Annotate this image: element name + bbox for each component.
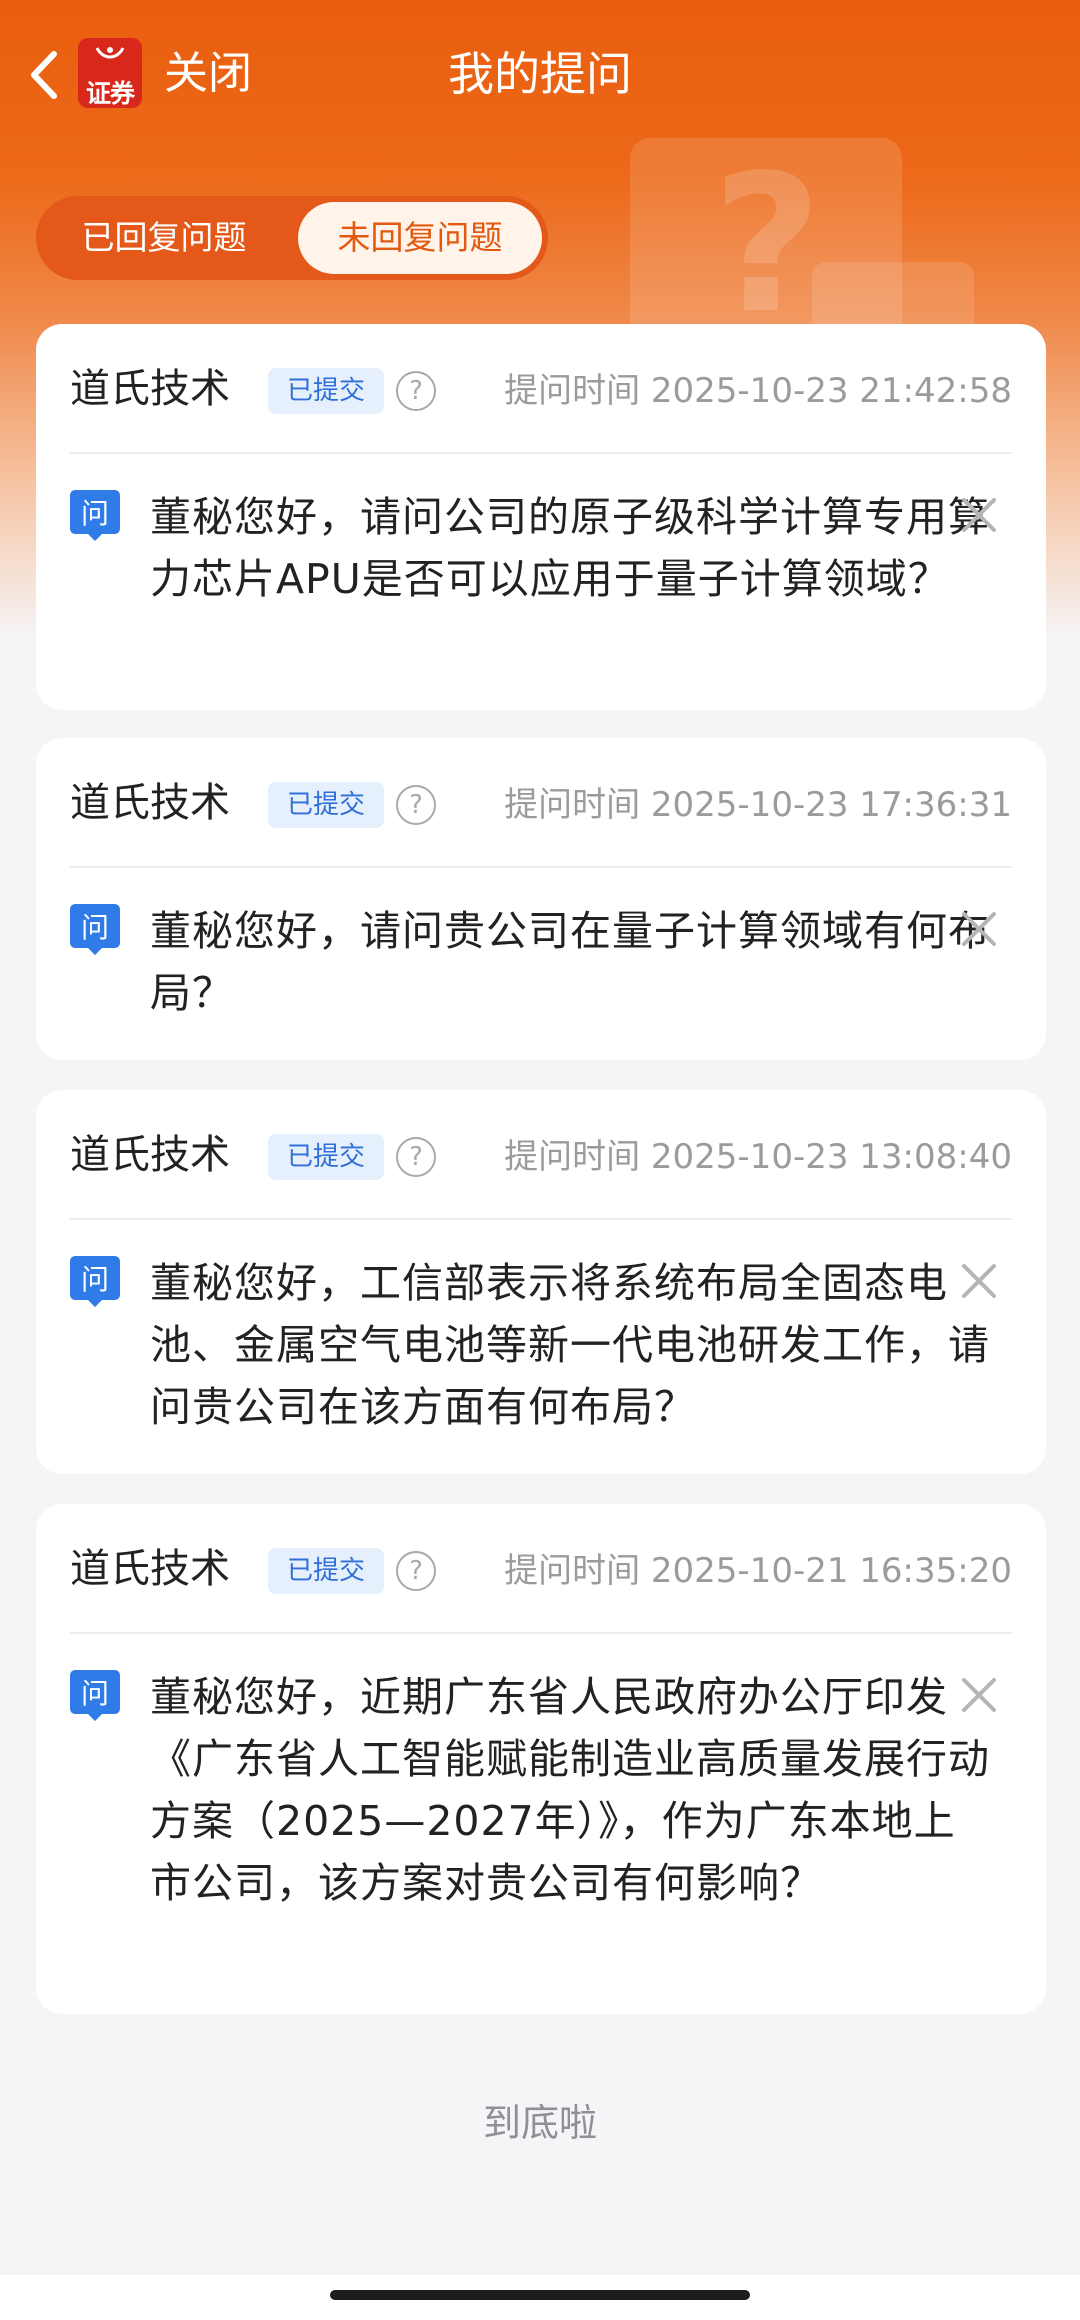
close-icon[interactable]	[958, 1260, 1000, 1302]
card-header: 道氏技术 已提交 ? 提问时间 2025-10-23 13:08:40	[36, 1090, 1046, 1218]
question-time: 提问时间 2025-10-23 13:08:40	[504, 1130, 1012, 1184]
question-text: 董秘您好，请问公司的原子级科学计算专用算力芯片APU是否可以应用于量子计算领域？	[150, 493, 990, 603]
divider	[70, 1218, 1012, 1220]
question-card: 道氏技术 已提交 ? 提问时间 2025-10-21 16:35:20 问 董秘…	[36, 1504, 1046, 2014]
question-icon-char: 问	[81, 911, 109, 944]
time-prefix: 提问时间	[504, 371, 641, 411]
close-icon[interactable]	[958, 908, 1000, 950]
company-name: 道氏技术	[70, 1546, 230, 1592]
top-nav-bar: 证券 关闭 我的提问	[0, 0, 1080, 150]
close-icon[interactable]	[958, 1674, 1000, 1716]
status-badge: 已提交	[268, 368, 384, 414]
page-title: 我的提问	[448, 47, 632, 101]
question-icon: 问	[70, 1670, 120, 1721]
home-indicator[interactable]	[330, 2290, 750, 2300]
end-of-list-text: 到底啦	[482, 2101, 597, 2145]
question-filter-tabs: 已回复问题 未回复问题	[36, 196, 548, 280]
time-prefix: 提问时间	[504, 785, 641, 825]
card-header: 道氏技术 已提交 ? 提问时间 2025-10-21 16:35:20	[36, 1504, 1046, 1632]
card-header: 道氏技术 已提交 ? 提问时间 2025-10-23 21:42:58	[36, 324, 1046, 452]
tab-unreplied[interactable]: 未回复问题	[298, 202, 542, 274]
card-header: 道氏技术 已提交 ? 提问时间 2025-10-23 17:36:31	[36, 738, 1046, 866]
tab-replied[interactable]: 已回复问题	[36, 196, 292, 280]
company-name: 道氏技术	[70, 780, 230, 826]
question-mark-decoration-icon: ?	[712, 134, 823, 355]
question-icon-char: 问	[81, 1263, 109, 1296]
time-prefix: 提问时间	[504, 1137, 641, 1177]
close-icon[interactable]	[958, 494, 1000, 536]
question-time: 提问时间 2025-10-21 16:35:20	[504, 1544, 1012, 1598]
question-text: 董秘您好，请问贵公司在量子计算领域有何布局？	[150, 907, 990, 1017]
status-badge: 已提交	[268, 1134, 384, 1180]
help-icon[interactable]: ?	[396, 1137, 436, 1177]
status-badge: 已提交	[268, 782, 384, 828]
help-icon[interactable]: ?	[396, 785, 436, 825]
divider	[70, 452, 1012, 454]
question-icon-char: 问	[81, 1677, 109, 1710]
help-icon[interactable]: ?	[396, 371, 436, 411]
time-prefix: 提问时间	[504, 1551, 641, 1591]
question-text: 董秘您好，近期广东省人民政府办公厅印发《广东省人工智能赋能制造业高质量发展行动方…	[150, 1673, 990, 1907]
time-value: 2025-10-23 21:42:58	[650, 371, 1012, 411]
status-badge: 已提交	[268, 1548, 384, 1594]
time-value: 2025-10-23 17:36:31	[650, 785, 1012, 825]
question-icon: 问	[70, 1256, 120, 1307]
question-card: 道氏技术 已提交 ? 提问时间 2025-10-23 17:36:31 问 董秘…	[36, 738, 1046, 1060]
question-card: 道氏技术 已提交 ? 提问时间 2025-10-23 13:08:40 问 董秘…	[36, 1090, 1046, 1474]
question-time: 提问时间 2025-10-23 17:36:31	[504, 778, 1012, 832]
time-value: 2025-10-23 13:08:40	[650, 1137, 1012, 1177]
question-card: 道氏技术 已提交 ? 提问时间 2025-10-23 21:42:58 问 董秘…	[36, 324, 1046, 710]
help-icon[interactable]: ?	[396, 1551, 436, 1591]
question-icon: 问	[70, 490, 120, 541]
company-name: 道氏技术	[70, 1132, 230, 1178]
time-value: 2025-10-21 16:35:20	[650, 1551, 1012, 1591]
company-name: 道氏技术	[70, 366, 230, 412]
question-time: 提问时间 2025-10-23 21:42:58	[504, 364, 1012, 418]
question-icon: 问	[70, 904, 120, 955]
question-text: 董秘您好，工信部表示将系统布局全固态电池、金属空气电池等新一代电池研发工作，请问…	[150, 1259, 990, 1431]
question-icon-char: 问	[81, 497, 109, 530]
divider	[70, 866, 1012, 868]
divider	[70, 1632, 1012, 1634]
